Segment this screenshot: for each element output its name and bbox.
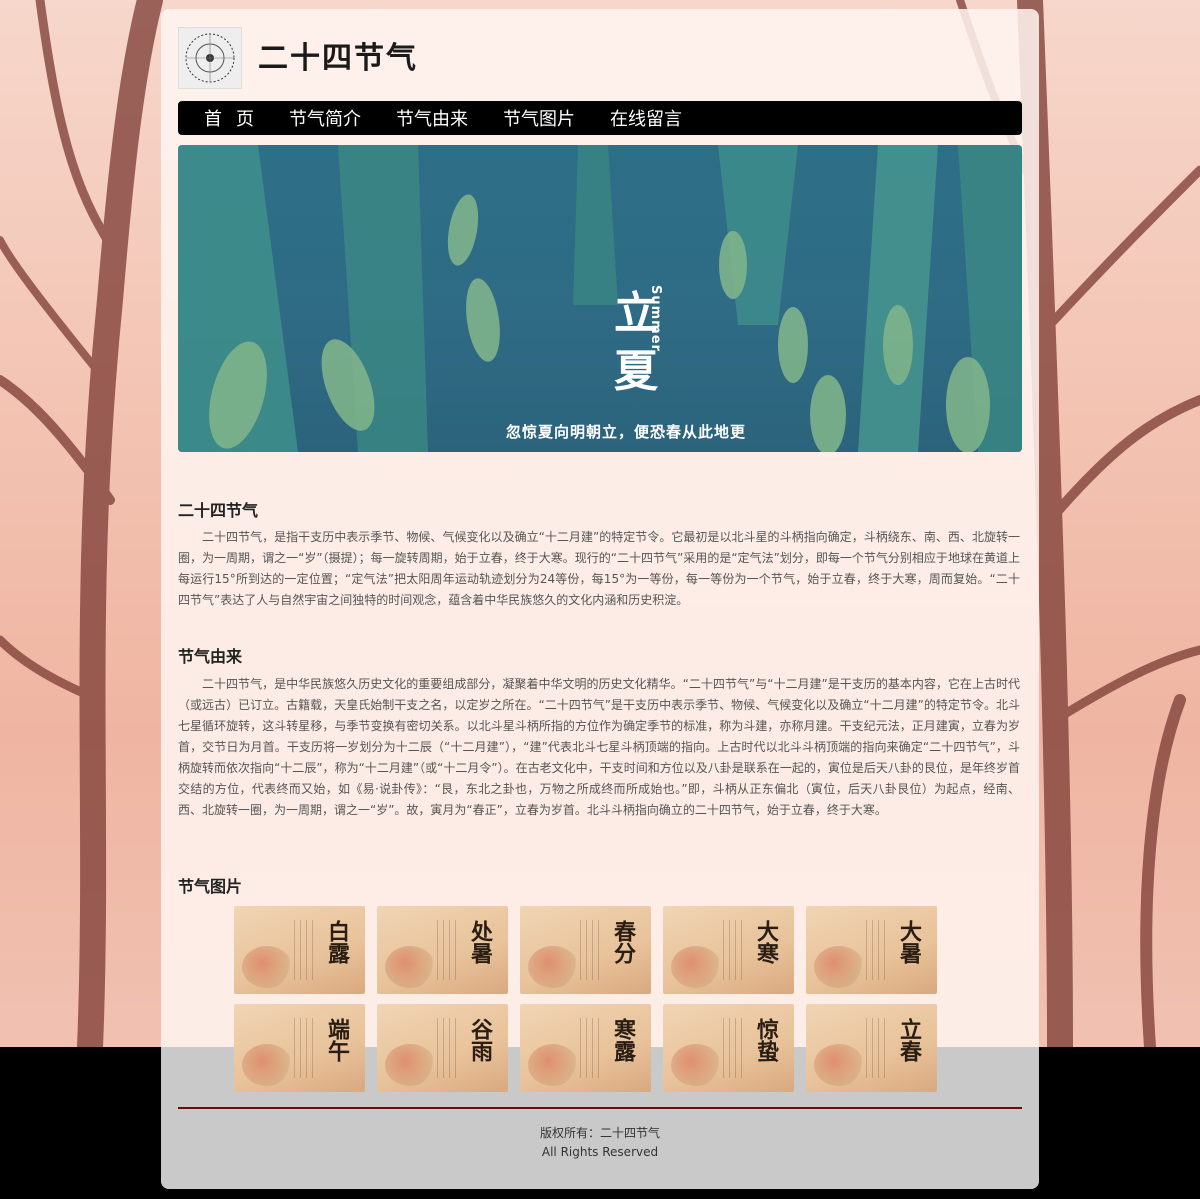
gallery-label: 大寒	[753, 920, 779, 964]
nav-item-origin[interactable]: 节气由来	[396, 105, 468, 131]
site-title: 二十四节气	[258, 41, 418, 76]
gallery-label: 寒露	[610, 1018, 636, 1062]
gallery-label: 处暑	[467, 920, 493, 964]
nav-item-home[interactable]: 首页	[204, 105, 268, 131]
gallery-image-chushu[interactable]: 处暑	[377, 906, 508, 994]
banner-caption: 忽惊夏向明朝立，便恐春从此地更	[506, 423, 747, 441]
gallery-label: 春分	[610, 920, 636, 964]
origin-heading: 节气由来	[178, 647, 243, 666]
gallery-label: 惊蛰	[753, 1018, 779, 1062]
gallery-image-bailu[interactable]: 白露	[234, 906, 365, 994]
gallery-image-lichun[interactable]: 立春	[806, 1004, 937, 1092]
origin-text: 二十四节气，是中华民族悠久历史文化的重要组成部分，凝聚着中华文明的历史文化精华。…	[178, 677, 1020, 817]
header: 二十四节气	[178, 27, 1018, 89]
gallery-image-chunfen[interactable]: 春分	[520, 906, 651, 994]
gallery-image-dahan[interactable]: 大寒	[663, 906, 794, 994]
gallery-image-hanlu[interactable]: 寒露	[520, 1004, 651, 1092]
main-nav: 首页 节气简介 节气由来 节气图片 在线留言	[178, 101, 1022, 135]
banner-english: Summer	[648, 285, 663, 352]
gallery-image-dashu[interactable]: 大暑	[806, 906, 937, 994]
nav-item-message[interactable]: 在线留言	[610, 105, 682, 131]
gallery-label: 大暑	[896, 920, 922, 964]
main-container: 二十四节气 首页 节气简介 节气由来 节气图片 在线留言 立 夏 Summer …	[161, 9, 1039, 1189]
footer-copyright: 版权所有：二十四节气	[539, 1126, 660, 1140]
gallery-image-guyu[interactable]: 谷雨	[377, 1004, 508, 1092]
nav-item-intro[interactable]: 节气简介	[289, 105, 361, 131]
intro-text: 二十四节气，是指干支历中表示季节、物候、气候变化以及确立“十二月建”的特定节令。…	[178, 530, 1020, 607]
intro-heading: 二十四节气	[178, 501, 259, 520]
footer-divider	[178, 1107, 1022, 1109]
gallery-label: 立春	[896, 1018, 922, 1062]
gallery-label: 白露	[324, 920, 350, 964]
gallery-image-jingzhe[interactable]: 惊蛰	[663, 1004, 794, 1092]
banner-image: 立 夏 Summer 忽惊夏向明朝立，便恐春从此地更	[178, 145, 1022, 452]
nav-item-gallery[interactable]: 节气图片	[503, 105, 575, 131]
gallery-image-duanwu[interactable]: 端午	[234, 1004, 365, 1092]
footer-rights: All Rights Reserved	[541, 1145, 659, 1159]
gallery-heading: 节气图片	[178, 877, 243, 896]
gallery-label: 端午	[324, 1018, 350, 1062]
gallery-label: 谷雨	[467, 1018, 493, 1062]
logo-icon[interactable]	[178, 27, 242, 89]
